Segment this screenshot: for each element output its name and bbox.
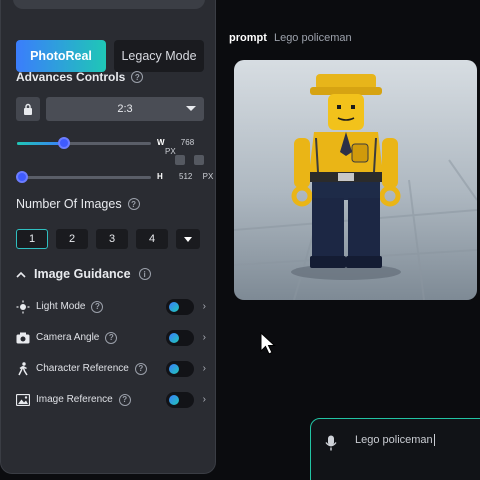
height-value: 512	[179, 172, 193, 181]
help-icon[interactable]: ?	[118, 393, 131, 406]
width-axis-label: W	[157, 138, 165, 147]
width-slider-thumb[interactable]	[58, 137, 70, 149]
toggle-knob	[169, 301, 179, 312]
swap-dimensions-icon[interactable]	[175, 155, 185, 165]
aspect-lock-button[interactable]	[16, 97, 40, 121]
prompt-input-value: Lego policeman	[355, 434, 433, 446]
width-slider-fill	[17, 142, 64, 145]
chevron-down-icon	[184, 236, 192, 242]
chevron-down-icon	[186, 106, 196, 111]
help-icon[interactable]: ?	[105, 331, 118, 344]
chevron-up-icon	[16, 271, 26, 278]
advanced-controls-title: Advances Controls ?	[16, 70, 144, 84]
chevron-right-icon[interactable]: ›	[203, 301, 206, 312]
width-unit: PX	[165, 147, 176, 156]
help-icon[interactable]: ?	[127, 198, 140, 210]
camera-icon	[16, 331, 30, 345]
guidance-row-light-mode: Light Mode ? ›	[16, 291, 208, 322]
width-slider[interactable]	[17, 137, 151, 149]
help-icon[interactable]: ?	[134, 362, 147, 375]
guidance-row-image-reference: Image Reference ? ›	[16, 384, 208, 415]
info-icon[interactable]: i	[138, 268, 151, 280]
advanced-controls-label: Advances Controls	[16, 70, 126, 84]
image-count-1[interactable]: 1	[16, 229, 48, 249]
image-guidance-header[interactable]: Image Guidance i	[16, 267, 151, 281]
number-of-images-title: Number Of Images ?	[16, 197, 140, 211]
guidance-row-camera-angle: Camera Angle ? ›	[16, 322, 208, 353]
guidance-list: Light Mode ? › Camera Angle ? › Characte…	[16, 291, 208, 415]
toggle-knob	[169, 332, 179, 343]
help-icon[interactable]: ?	[91, 300, 104, 313]
mode-tabs: PhotoReal Legacy Mode	[16, 40, 204, 72]
prompt-input[interactable]: Lego policeman	[310, 418, 480, 480]
microphone-icon[interactable]	[325, 435, 337, 451]
height-axis-label: H	[157, 172, 163, 181]
camera-angle-toggle[interactable]	[166, 329, 194, 346]
toggle-knob	[169, 394, 179, 405]
mouse-cursor-icon	[260, 332, 276, 355]
lock-dimensions-icon[interactable]	[194, 155, 204, 165]
image-count-dropdown[interactable]	[176, 229, 200, 249]
aspect-ratio-value: 2:3	[117, 103, 133, 115]
person-walk-icon	[16, 361, 30, 376]
light-mode-icon	[16, 300, 30, 314]
width-readout: W 768 PX	[157, 138, 215, 156]
height-unit: PX	[202, 172, 214, 181]
aspect-ratio-select[interactable]: 2:3	[46, 97, 204, 121]
guidance-row-character-reference: Character Reference ? ›	[16, 353, 208, 384]
guidance-label: Character Reference	[36, 363, 129, 374]
prompt-input-text[interactable]: Lego policeman	[355, 434, 435, 447]
guidance-label: Image Reference	[36, 394, 113, 405]
width-value: 768	[180, 138, 195, 147]
number-of-images-label: Number Of Images	[16, 197, 122, 211]
tab-photoreal[interactable]: PhotoReal	[16, 40, 106, 72]
image-reference-toggle[interactable]	[166, 391, 194, 408]
chevron-right-icon[interactable]: ›	[203, 363, 206, 374]
prompt-value: Lego policeman	[273, 32, 352, 44]
prompt-key: prompt	[229, 32, 267, 44]
help-icon[interactable]: ?	[131, 71, 144, 83]
height-slider-thumb[interactable]	[16, 171, 28, 183]
top-control-strip[interactable]	[13, 0, 205, 9]
height-slider[interactable]	[16, 171, 151, 183]
light-mode-toggle[interactable]	[166, 298, 194, 315]
image-count-2[interactable]: 2	[56, 229, 88, 249]
generated-image[interactable]	[234, 60, 477, 300]
guidance-label: Camera Angle	[36, 332, 100, 343]
image-count-options: 1 2 3 4	[16, 229, 200, 249]
settings-panel: PhotoReal Legacy Mode Advances Controls …	[0, 0, 216, 474]
character-reference-toggle[interactable]	[166, 360, 194, 377]
chevron-right-icon[interactable]: ›	[203, 394, 206, 405]
lock-icon	[24, 103, 32, 115]
image-icon	[16, 393, 30, 407]
image-guidance-label: Image Guidance	[34, 267, 131, 281]
tab-legacy-mode[interactable]: Legacy Mode	[114, 40, 204, 72]
chevron-right-icon[interactable]: ›	[203, 332, 206, 343]
generated-image-art	[234, 60, 477, 300]
height-readout: H 512 PX	[157, 172, 213, 181]
image-count-3[interactable]: 3	[96, 229, 128, 249]
toggle-knob	[169, 363, 179, 374]
prompt-header: prompt Lego policeman	[229, 32, 352, 44]
text-caret	[433, 434, 435, 447]
guidance-label: Light Mode	[36, 301, 86, 312]
image-count-4[interactable]: 4	[136, 229, 168, 249]
